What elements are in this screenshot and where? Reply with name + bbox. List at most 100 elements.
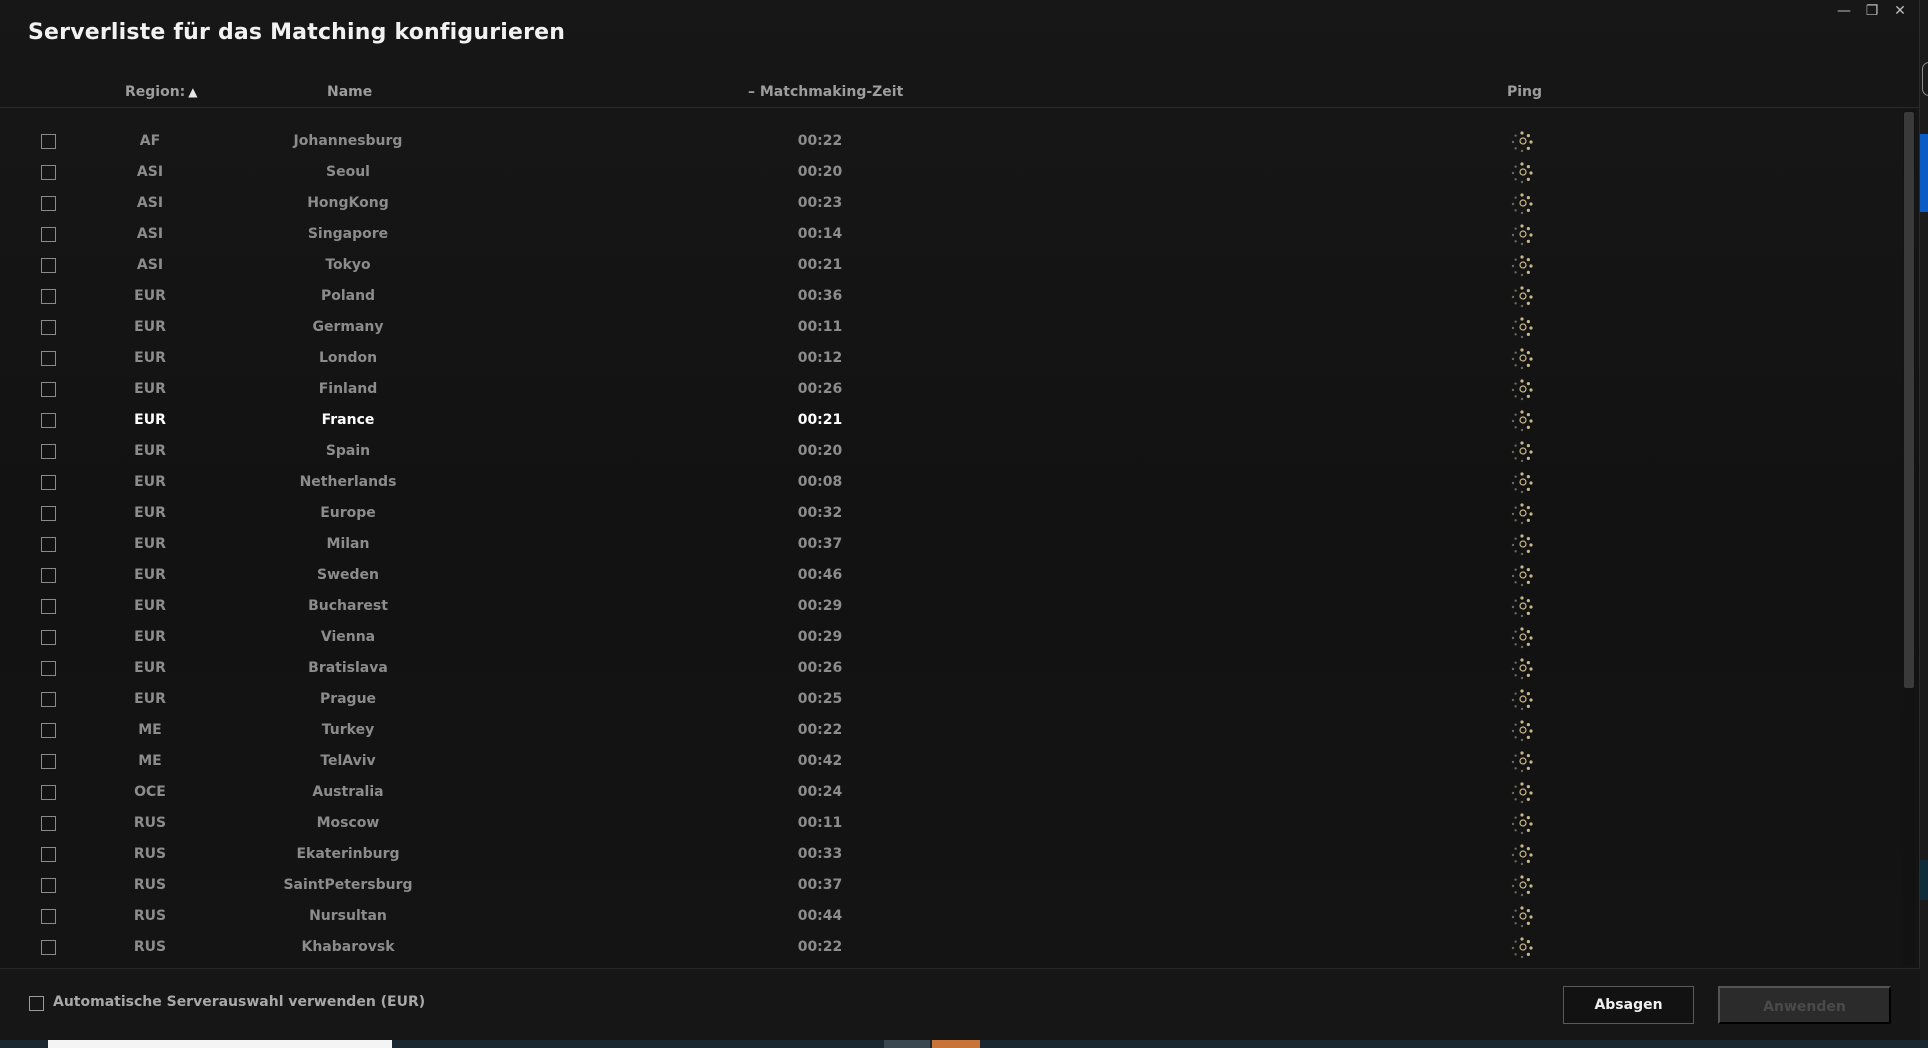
desktop-widget xyxy=(1922,62,1928,96)
taskbar-app[interactable] xyxy=(932,1040,980,1048)
table-row[interactable]: EUR Germany 00:11 xyxy=(0,312,1900,343)
server-region: EUR xyxy=(134,288,166,304)
server-name: Germany xyxy=(312,319,384,335)
table-header: Region: ▲ Name – Matchmaking-Zeit Ping xyxy=(0,74,1920,108)
table-row[interactable]: ME Turkey 00:22 xyxy=(0,715,1900,746)
server-name: Nursultan xyxy=(309,908,387,924)
server-region: RUS xyxy=(133,908,167,924)
server-checkbox[interactable] xyxy=(41,816,56,831)
server-checkbox[interactable] xyxy=(41,692,56,707)
loading-spinner-icon xyxy=(1510,936,1534,960)
column-header-name[interactable]: Name xyxy=(327,84,372,100)
server-checkbox[interactable] xyxy=(41,289,56,304)
server-matchmaking-time: 00:29 xyxy=(797,629,843,645)
server-list: AF Johannesburg 00:22 ASI Seoul 00:20 ASI HongK… xyxy=(0,126,1900,964)
loading-spinner-icon xyxy=(1510,595,1534,619)
server-name: Europe xyxy=(320,505,376,521)
table-row[interactable]: RUS SaintPetersburg 00:37 xyxy=(0,870,1900,901)
server-name: Bucharest xyxy=(308,598,388,614)
server-checkbox[interactable] xyxy=(41,351,56,366)
table-row[interactable]: ASI HongKong 00:23 xyxy=(0,188,1900,219)
server-name: Sweden xyxy=(317,567,379,583)
server-checkbox[interactable] xyxy=(41,413,56,428)
table-row[interactable]: EUR Bucharest 00:29 xyxy=(0,591,1900,622)
loading-spinner-icon xyxy=(1510,905,1534,929)
server-checkbox[interactable] xyxy=(41,723,56,738)
server-checkbox[interactable] xyxy=(41,227,56,242)
close-icon[interactable]: ✕ xyxy=(1889,2,1911,20)
server-checkbox[interactable] xyxy=(41,506,56,521)
server-checkbox[interactable] xyxy=(41,661,56,676)
server-matchmaking-time: 00:26 xyxy=(797,381,843,397)
table-row[interactable]: ASI Singapore 00:14 xyxy=(0,219,1900,250)
table-row[interactable]: RUS Khabarovsk 00:22 xyxy=(0,932,1900,963)
dialog-footer: Automatische Serverauswahl verwenden (EU… xyxy=(0,968,1920,1040)
table-row[interactable]: EUR London 00:12 xyxy=(0,343,1900,374)
table-row[interactable]: EUR Prague 00:25 xyxy=(0,684,1900,715)
table-row[interactable]: EUR Netherlands 00:08 xyxy=(0,467,1900,498)
column-header-matchmaking-time[interactable]: – Matchmaking-Zeit xyxy=(748,84,903,100)
table-row[interactable]: EUR France 00:21 xyxy=(0,405,1900,436)
loading-spinner-icon xyxy=(1510,533,1534,557)
scrollbar[interactable] xyxy=(1903,110,1915,966)
taskbar-search-box[interactable] xyxy=(48,1040,392,1048)
server-checkbox[interactable] xyxy=(41,568,56,583)
loading-spinner-icon xyxy=(1510,688,1534,712)
column-header-ping[interactable]: Ping xyxy=(1507,84,1542,100)
server-name: Australia xyxy=(312,784,384,800)
server-name: Tokyo xyxy=(325,257,371,273)
server-checkbox[interactable] xyxy=(41,134,56,149)
table-row[interactable]: EUR Spain 00:20 xyxy=(0,436,1900,467)
server-checkbox[interactable] xyxy=(41,754,56,769)
server-matchmaking-time: 00:11 xyxy=(797,815,843,831)
server-matchmaking-time: 00:29 xyxy=(797,598,843,614)
table-row[interactable]: RUS Nursultan 00:44 xyxy=(0,901,1900,932)
table-row[interactable]: ASI Seoul 00:20 xyxy=(0,157,1900,188)
server-checkbox[interactable] xyxy=(41,940,56,955)
server-checkbox[interactable] xyxy=(41,165,56,180)
table-row[interactable]: EUR Milan 00:37 xyxy=(0,529,1900,560)
scrollbar-thumb[interactable] xyxy=(1904,112,1914,688)
cancel-button[interactable]: Absagen xyxy=(1563,986,1694,1024)
server-name: Poland xyxy=(320,288,376,304)
server-checkbox[interactable] xyxy=(41,382,56,397)
column-header-region[interactable]: Region: ▲ xyxy=(125,84,198,100)
server-checkbox[interactable] xyxy=(41,599,56,614)
table-row[interactable]: ASI Tokyo 00:21 xyxy=(0,250,1900,281)
server-checkbox[interactable] xyxy=(41,444,56,459)
server-checkbox[interactable] xyxy=(41,878,56,893)
server-checkbox[interactable] xyxy=(41,320,56,335)
server-name: France xyxy=(321,412,375,428)
apply-button[interactable]: Anwenden xyxy=(1718,986,1891,1024)
server-region: ASI xyxy=(136,164,164,180)
table-row[interactable]: AF Johannesburg 00:22 xyxy=(0,126,1900,157)
table-row[interactable]: RUS Moscow 00:11 xyxy=(0,808,1900,839)
server-region: EUR xyxy=(134,567,166,583)
table-row[interactable]: RUS Ekaterinburg 00:33 xyxy=(0,839,1900,870)
server-checkbox[interactable] xyxy=(41,847,56,862)
table-row[interactable]: EUR Sweden 00:46 xyxy=(0,560,1900,591)
server-checkbox[interactable] xyxy=(41,475,56,490)
table-row[interactable]: EUR Bratislava 00:26 xyxy=(0,653,1900,684)
server-checkbox[interactable] xyxy=(41,196,56,211)
auto-server-select-checkbox[interactable] xyxy=(29,996,44,1011)
taskbar-app[interactable] xyxy=(884,1040,930,1048)
table-row[interactable]: EUR Finland 00:26 xyxy=(0,374,1900,405)
server-checkbox[interactable] xyxy=(41,258,56,273)
table-row[interactable]: EUR Europe 00:32 xyxy=(0,498,1900,529)
desktop-background xyxy=(1920,0,1928,1048)
dialog-title: Serverliste für das Matching konfigurier… xyxy=(28,20,566,45)
table-row[interactable]: EUR Poland 00:36 xyxy=(0,281,1900,312)
restore-icon[interactable]: ❐ xyxy=(1861,2,1883,20)
table-row[interactable]: OCE Australia 00:24 xyxy=(0,777,1900,808)
table-row[interactable]: ME TelAviv 00:42 xyxy=(0,746,1900,777)
table-row[interactable]: EUR Vienna 00:29 xyxy=(0,622,1900,653)
auto-server-select-label[interactable]: Automatische Serverauswahl verwenden (EU… xyxy=(53,994,425,1010)
server-checkbox[interactable] xyxy=(41,909,56,924)
server-checkbox[interactable] xyxy=(41,537,56,552)
minimize-icon[interactable]: — xyxy=(1833,2,1855,20)
server-checkbox[interactable] xyxy=(41,785,56,800)
server-region: EUR xyxy=(134,350,166,366)
server-matchmaking-time: 00:08 xyxy=(797,474,843,490)
server-checkbox[interactable] xyxy=(41,630,56,645)
